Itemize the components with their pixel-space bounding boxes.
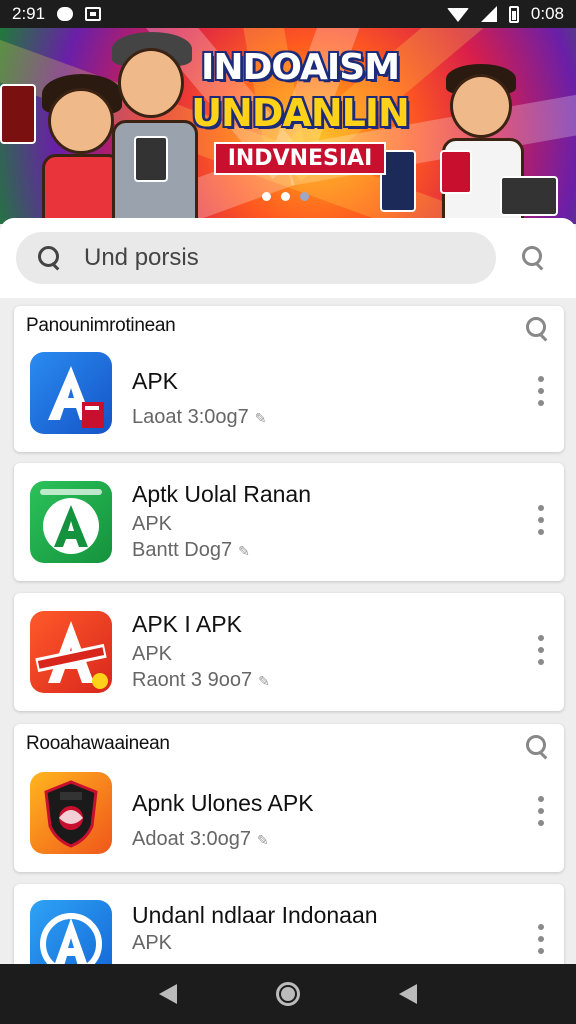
app-name[interactable]: Apnk Ulones APK bbox=[132, 790, 314, 817]
pager-dot[interactable] bbox=[300, 192, 309, 201]
pin-icon: ✎ bbox=[238, 543, 250, 559]
search-bar-container: Und porsis bbox=[0, 218, 576, 298]
app-icon[interactable] bbox=[30, 611, 112, 693]
app-subtitle: APK bbox=[132, 643, 173, 665]
status-bar: 2:91 0:08 bbox=[0, 0, 576, 28]
section-1: Panounimrotinean APK Laoat 3:0og7 ✎ bbox=[14, 306, 564, 452]
app-name[interactable]: APK I APK bbox=[132, 611, 242, 638]
app-name[interactable]: Undanl ndlaar Indonaan bbox=[132, 902, 378, 929]
app-meta: Bantt Dog7 ✎ bbox=[132, 539, 250, 562]
home-icon[interactable] bbox=[275, 982, 300, 1006]
app-meta: Raont 3 9oo7 ✎ bbox=[132, 669, 270, 692]
banner-title-line3: INDVNESIAI bbox=[213, 142, 387, 175]
banner-title: INDOAISM UNDANLIN INDVNESIAI bbox=[190, 46, 410, 175]
search-icon[interactable] bbox=[526, 735, 550, 759]
back-icon[interactable] bbox=[398, 984, 417, 1004]
search-icon bbox=[38, 246, 62, 270]
banner-title-line1: INDOAISM bbox=[200, 47, 400, 88]
app-name[interactable]: APK bbox=[132, 368, 178, 395]
phone-graphic bbox=[500, 176, 558, 216]
app-subtitle: APK bbox=[132, 932, 173, 954]
pager-dot[interactable] bbox=[262, 192, 271, 201]
wifi-icon bbox=[446, 8, 469, 22]
app-card[interactable]: Aptk Uolal Ranan APK Bantt Dog7 ✎ bbox=[14, 463, 564, 581]
search-icon[interactable] bbox=[526, 317, 550, 341]
pin-icon: ✎ bbox=[258, 673, 270, 689]
promo-banner[interactable]: INDOAISM UNDANLIN INDVNESIAI bbox=[0, 28, 576, 224]
app-meta-text: Raont 3 9oo7 bbox=[132, 669, 253, 691]
more-options-icon[interactable] bbox=[538, 505, 544, 535]
pin-icon: ✎ bbox=[257, 832, 269, 848]
app-subtitle: APK bbox=[132, 513, 173, 535]
back-icon[interactable] bbox=[159, 984, 178, 1004]
pager-dot[interactable] bbox=[281, 192, 290, 201]
app-icon[interactable] bbox=[30, 481, 112, 563]
app-meta-text: Laoat 3:0og7 bbox=[132, 406, 249, 428]
more-options-icon[interactable] bbox=[538, 924, 544, 954]
search-button-icon[interactable] bbox=[522, 246, 546, 270]
app-icon[interactable] bbox=[30, 352, 112, 434]
pin-icon: ✎ bbox=[254, 410, 267, 426]
banner-title-line2: UNDANLIN bbox=[191, 91, 410, 135]
phone-graphic bbox=[0, 84, 36, 144]
banner-pager[interactable] bbox=[262, 192, 309, 201]
section-title: Panounimrotinean bbox=[26, 315, 176, 336]
app-icon[interactable] bbox=[30, 772, 112, 854]
search-input[interactable]: Und porsis bbox=[16, 232, 496, 284]
more-options-icon[interactable] bbox=[538, 635, 544, 665]
app-meta: Adoat 3:0og7 ✎ bbox=[132, 828, 269, 851]
app-card[interactable]: APK I APK APK Raont 3 9oo7 ✎ bbox=[14, 593, 564, 711]
app-meta-text: Bantt Dog7 bbox=[132, 539, 233, 561]
notification-icon bbox=[57, 7, 74, 21]
screenshot-icon bbox=[85, 7, 102, 21]
app-meta: Laoat 3:0og7 ✎ bbox=[132, 406, 267, 429]
section-2: Rooahawaainean Apnk Ulones APK Adoat 3:0… bbox=[14, 724, 564, 872]
more-options-icon[interactable] bbox=[538, 376, 544, 406]
section-title: Rooahawaainean bbox=[26, 733, 170, 754]
more-options-icon[interactable] bbox=[538, 796, 544, 826]
status-time: 2:91 bbox=[12, 4, 46, 23]
app-name[interactable]: Aptk Uolal Ranan bbox=[132, 481, 311, 508]
status-battery-time: 0:08 bbox=[530, 4, 564, 23]
app-meta-text: Adoat 3:0og7 bbox=[132, 828, 251, 850]
search-placeholder: Und porsis bbox=[84, 244, 199, 271]
system-nav-bar bbox=[0, 964, 576, 1024]
signal-icon bbox=[480, 6, 497, 22]
battery-icon bbox=[508, 5, 519, 23]
